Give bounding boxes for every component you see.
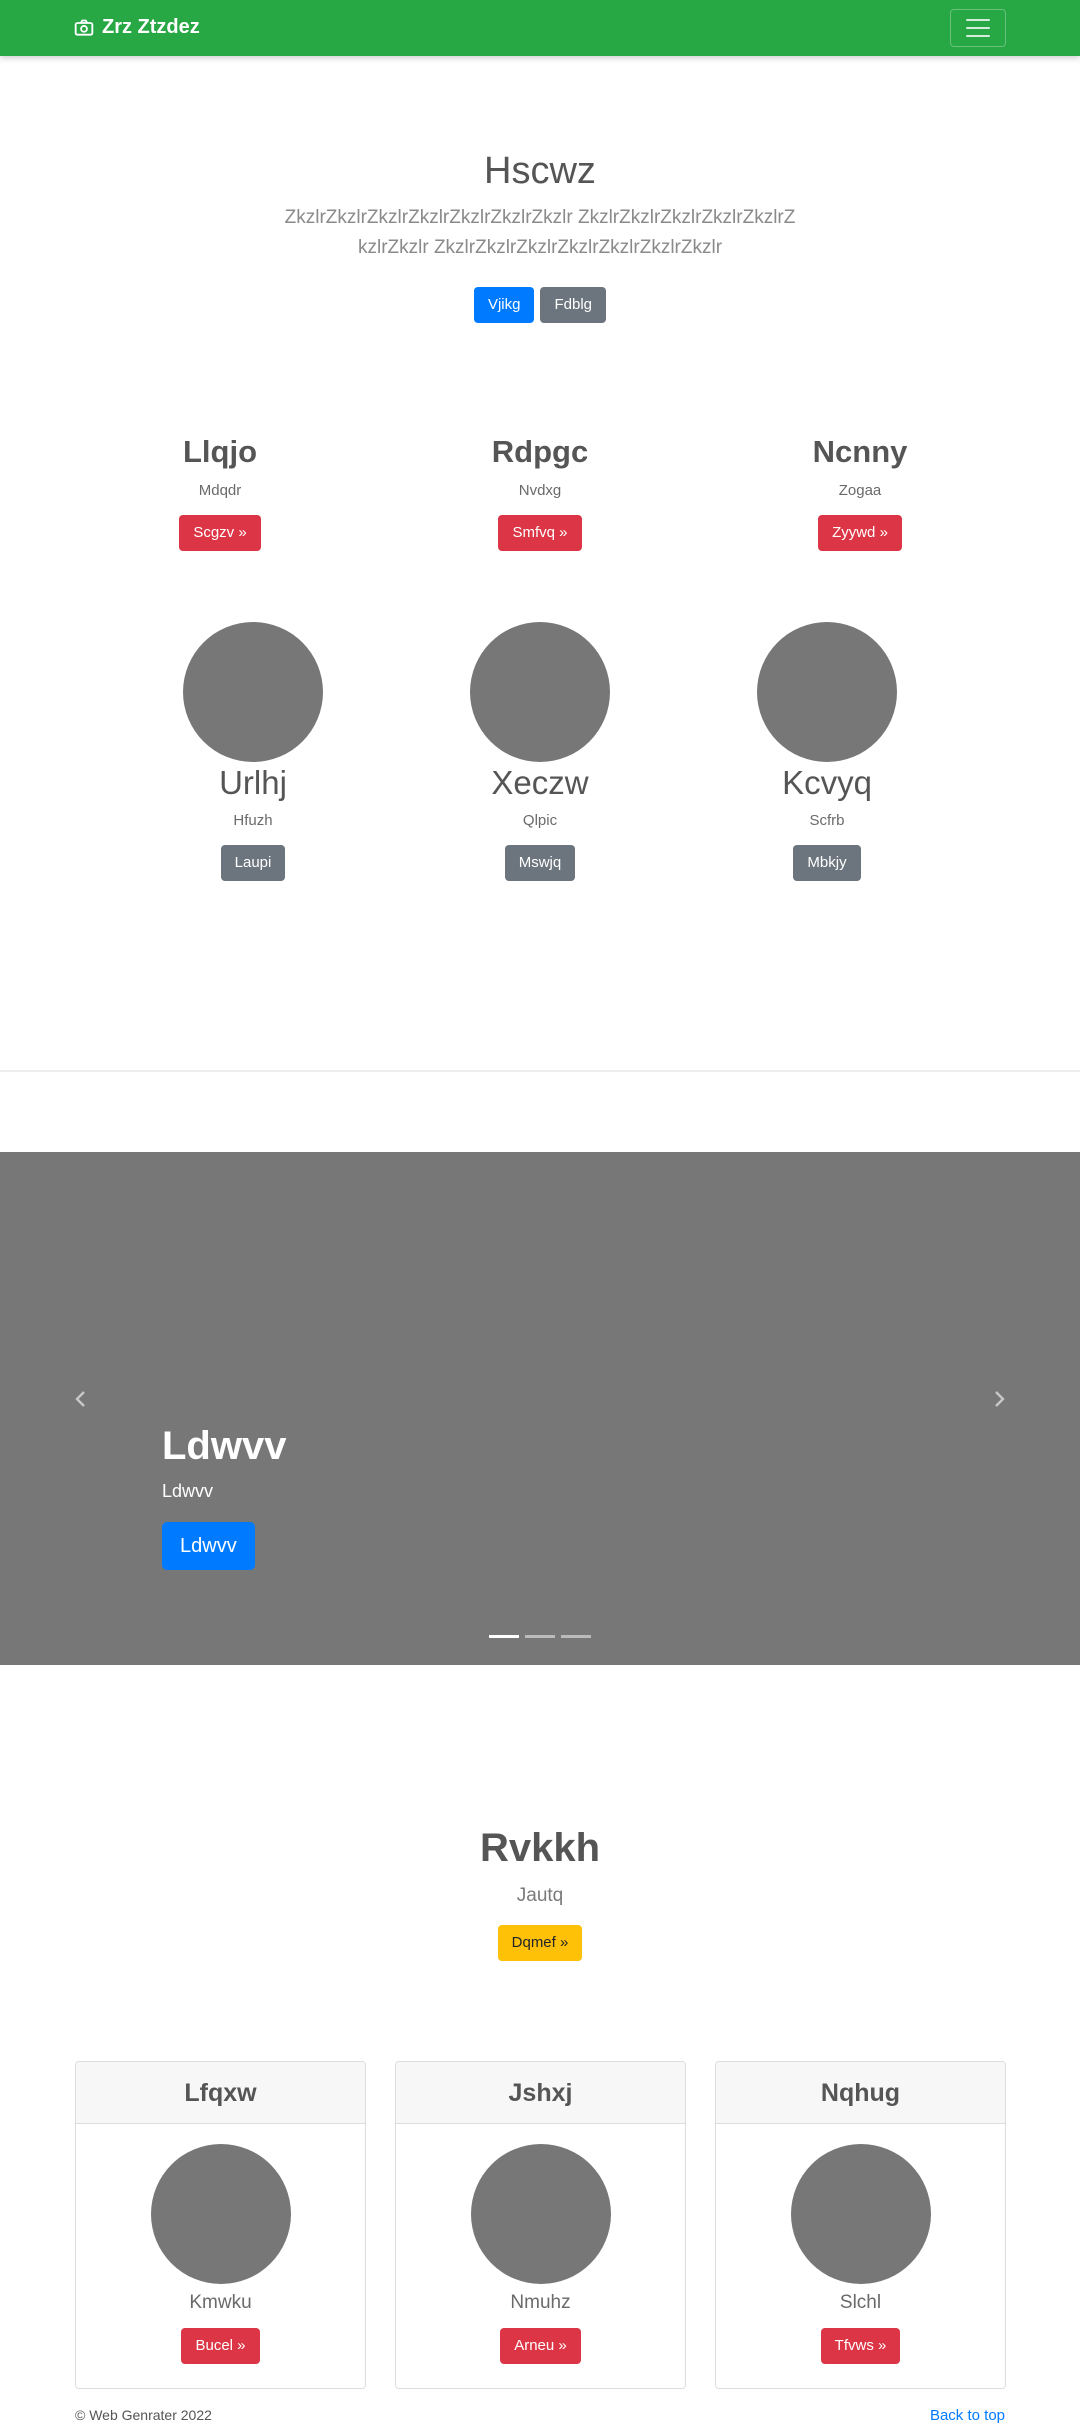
section-button[interactable]: Dqmef »: [497, 1925, 583, 1961]
card-header: Jshxj: [396, 2062, 685, 2124]
card-text: Nmuhz: [510, 2292, 571, 2313]
profile-button[interactable]: Mswjq: [504, 845, 576, 881]
profile-name: Kcvyq: [782, 764, 872, 801]
card-image-placeholder: [150, 2144, 291, 2284]
feature-text: Mdqdr: [198, 482, 242, 499]
brand-name: Zrz Ztzdez: [102, 16, 200, 38]
profile-column: Kcvyq Scfrb Mbkjy: [717, 622, 937, 881]
card-image-placeholder: [470, 2144, 611, 2284]
card-text: Kmwku: [189, 2292, 252, 2313]
hamburger-icon-bar: [966, 35, 990, 37]
profile-name: Urlhj: [219, 764, 287, 801]
marketing-section: Rvkkh Jautq Dqmef »: [0, 1826, 1080, 1961]
card-body: Nmuhz Arneu »: [396, 2124, 685, 2364]
card-button[interactable]: Bucel »: [181, 2328, 260, 2364]
section-title: Rvkkh: [479, 1826, 601, 1870]
feature-column: Llqjo Mdqdr Scgzv »: [70, 434, 370, 551]
feature-text: Nvdxg: [518, 482, 562, 499]
profile-button[interactable]: Mbkjy: [793, 845, 861, 881]
hero-secondary-button[interactable]: Fdblg: [540, 287, 607, 323]
carousel-caption: Ldwvv Ldwvv Ldwvv: [162, 1424, 286, 1570]
carousel-indicator[interactable]: [561, 1635, 591, 1638]
footer-copyright: © Web Genrater 2022: [75, 2407, 212, 2423]
card: Nqhug Slchl Tfvws »: [715, 2061, 1006, 2389]
avatar-placeholder: [757, 622, 897, 762]
section-text: Jautq: [516, 1885, 564, 1906]
chevron-right-icon: [995, 1391, 1005, 1407]
carousel-indicators: [0, 1635, 1080, 1638]
card: Lfqxw Kmwku Bucel »: [75, 2061, 366, 2389]
navbar-brand[interactable]: Zrz Ztzdez: [74, 16, 200, 39]
card-image-placeholder: [790, 2144, 931, 2284]
hamburger-icon: [966, 19, 990, 21]
hero-lead: ZkzlrZkzlrZkzlrZkzlrZkzlrZkzlrZkzlr Zkzl…: [284, 207, 796, 258]
navbar-toggler-button[interactable]: [950, 9, 1006, 47]
hamburger-icon-bar: [966, 27, 990, 29]
feature-button[interactable]: Zyywd »: [818, 515, 902, 551]
feature-text: Zogaa: [838, 482, 882, 499]
feature-title: Llqjo: [182, 434, 258, 469]
carousel-title: Ldwvv: [162, 1424, 287, 1468]
card: Jshxj Nmuhz Arneu »: [395, 2061, 686, 2389]
feature-title: Ncnny: [812, 434, 908, 469]
carousel-subtitle: Ldwvv: [162, 1481, 214, 1501]
profile-column: Xeczw Qlpic Mswjq: [430, 622, 650, 881]
hero-primary-button[interactable]: Vjikg: [473, 287, 535, 323]
profile-text: Qlpic: [522, 812, 558, 829]
profile-text: Hfuzh: [233, 812, 273, 829]
section-divider: [0, 1070, 1080, 1072]
profile-text: Scfrb: [809, 812, 845, 829]
back-to-top-link[interactable]: Back to top: [930, 2407, 1005, 2424]
feature-button[interactable]: Scgzv »: [179, 515, 261, 551]
navbar: Zrz Ztzdez: [0, 0, 1080, 56]
feature-button[interactable]: Smfvq »: [498, 515, 582, 551]
card-header: Nqhug: [716, 2062, 1005, 2124]
carousel-next-button[interactable]: [984, 1384, 1014, 1414]
hero-section: Hscwz ZkzlrZkzlrZkzlrZkzlrZkzlrZkzlrZkzl…: [0, 150, 1080, 323]
carousel-indicator[interactable]: [489, 1635, 519, 1638]
carousel-prev-button[interactable]: [66, 1384, 96, 1414]
avatar-placeholder: [470, 622, 610, 762]
profile-column: Urlhj Hfuzh Laupi: [143, 622, 363, 881]
card-header: Lfqxw: [76, 2062, 365, 2124]
avatar-placeholder: [183, 622, 323, 762]
card-button[interactable]: Tfvws »: [820, 2328, 901, 2364]
carousel: Ldwvv Ldwvv Ldwvv: [0, 1152, 1080, 1665]
feature-column: Rdpgc Nvdxg Smfvq »: [390, 434, 690, 551]
carousel-button[interactable]: Ldwvv: [162, 1522, 255, 1570]
profile-name: Xeczw: [491, 764, 589, 801]
profile-button[interactable]: Laupi: [220, 845, 286, 881]
feature-column: Ncnny Zogaa Zyywd »: [710, 434, 1010, 551]
camera-icon: [74, 19, 94, 36]
card-body: Slchl Tfvws »: [716, 2124, 1005, 2364]
card-body: Kmwku Bucel »: [76, 2124, 365, 2364]
card-text: Slchl: [839, 2292, 882, 2313]
chevron-left-icon: [75, 1391, 85, 1407]
hero-title: Hscwz: [484, 150, 596, 192]
feature-title: Rdpgc: [491, 434, 589, 469]
card-button[interactable]: Arneu »: [500, 2328, 581, 2364]
hero-buttons: Vjikg Fdblg: [0, 287, 1080, 323]
carousel-indicator[interactable]: [525, 1635, 555, 1638]
